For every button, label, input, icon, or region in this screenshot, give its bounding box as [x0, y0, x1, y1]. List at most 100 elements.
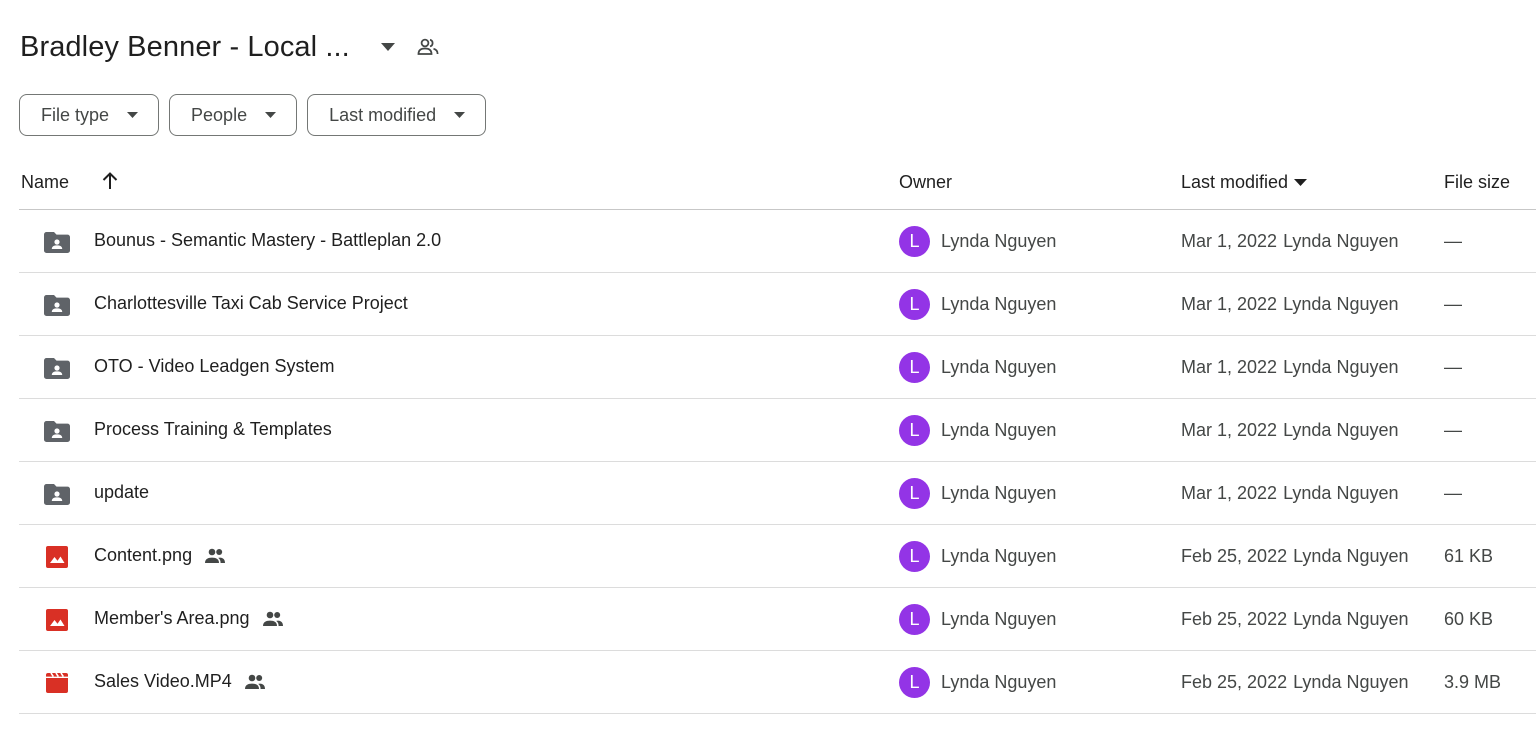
last-modified-cell: Mar 1, 2022 Lynda Nguyen [1181, 294, 1398, 315]
file-size: 3.9 MB [1444, 672, 1502, 692]
file-row[interactable]: Process Training & Templates L Lynda Ngu… [19, 399, 1536, 462]
last-modified-cell: Mar 1, 2022 Lynda Nguyen [1181, 483, 1398, 504]
last-modified-cell: Mar 1, 2022 Lynda Nguyen [1181, 420, 1398, 441]
modified-date: Mar 1, 2022 [1181, 420, 1278, 440]
file-size-column-header[interactable]: File size [1444, 172, 1510, 193]
shared-people-icon [204, 548, 226, 564]
caret-down-icon [127, 112, 139, 118]
file-name-cell: Process Training & Templates [94, 419, 332, 440]
shared-folder-icon [43, 230, 71, 254]
image-file-icon [43, 545, 71, 569]
sort-ascending-icon[interactable] [99, 170, 121, 192]
file-row[interactable]: Charlottesville Taxi Cab Service Project… [19, 273, 1536, 336]
shared-folder-icon [43, 356, 71, 380]
last-modified-cell: Feb 25, 2022 Lynda Nguyen [1181, 609, 1409, 630]
owner-avatar[interactable]: L [899, 478, 930, 509]
last-modified-filter-label: Last modified [329, 104, 437, 125]
last-modified-column-header[interactable]: Last modified [1181, 172, 1308, 193]
file-name-cell: Member's Area.png [94, 608, 284, 629]
modified-date: Feb 25, 2022 [1181, 609, 1288, 629]
modified-date: Mar 1, 2022 [1181, 231, 1278, 251]
file-row[interactable]: Sales Video.MP4 L Lynda Nguyen Feb 25, 2… [19, 651, 1536, 714]
caret-down-icon [1294, 179, 1308, 186]
modified-by: Lynda Nguyen [1293, 546, 1409, 566]
file-name: OTO - Video Leadgen System [94, 356, 335, 376]
file-size: — [1444, 294, 1462, 314]
modified-by: Lynda Nguyen [1283, 483, 1399, 503]
owner-avatar[interactable]: L [899, 289, 930, 320]
modified-date: Mar 1, 2022 [1181, 483, 1278, 503]
file-row[interactable]: OTO - Video Leadgen System L Lynda Nguye… [19, 336, 1536, 399]
file-name: Content.png [94, 545, 193, 565]
file-list-header: Name Owner Last modified File size [19, 160, 1536, 210]
shared-folder-icon [43, 482, 71, 506]
file-row[interactable]: update L Lynda Nguyen Mar 1, 2022 Lynda N… [19, 462, 1536, 525]
shared-people-icon [262, 611, 284, 627]
shared-people-icon[interactable] [416, 35, 440, 59]
file-size: — [1444, 420, 1462, 440]
file-name: Member's Area.png [94, 608, 250, 628]
owner-name: Lynda Nguyen [941, 483, 1057, 503]
owner-avatar[interactable]: L [899, 541, 930, 572]
file-name-cell: update [94, 482, 149, 503]
file-name-cell: Content.png [94, 545, 226, 566]
file-name-cell: Charlottesville Taxi Cab Service Project [94, 293, 408, 314]
last-modified-column-label: Last modified [1181, 172, 1289, 192]
owner-name: Lynda Nguyen [941, 420, 1057, 440]
last-modified-filter[interactable]: Last modified [307, 94, 487, 136]
last-modified-cell: Feb 25, 2022 Lynda Nguyen [1181, 546, 1409, 567]
owner-name: Lynda Nguyen [941, 357, 1057, 377]
owner-avatar[interactable]: L [899, 604, 930, 635]
file-size: 61 KB [1444, 546, 1494, 566]
owner-avatar[interactable]: L [899, 352, 930, 383]
file-row[interactable]: Bounus - Semantic Mastery - Battleplan 2… [19, 210, 1536, 273]
owner-avatar[interactable]: L [899, 667, 930, 698]
file-size: 60 KB [1444, 609, 1494, 629]
folder-title[interactable]: Bradley Benner - Local ... [20, 31, 350, 64]
file-name: update [94, 482, 150, 502]
file-size: — [1444, 483, 1462, 503]
image-file-icon [43, 608, 71, 632]
file-name-cell: OTO - Video Leadgen System [94, 356, 334, 377]
owner-name: Lynda Nguyen [941, 672, 1057, 692]
owner-avatar[interactable]: L [899, 226, 930, 257]
shared-folder-icon [43, 293, 71, 317]
owner-name: Lynda Nguyen [941, 294, 1057, 314]
file-name-cell: Bounus - Semantic Mastery - Battleplan 2… [94, 230, 441, 251]
file-size: — [1444, 231, 1462, 251]
folder-title-bar: Bradley Benner - Local ... [20, 26, 440, 68]
filter-chips: File type People Last modified [19, 94, 487, 136]
file-name: Process Training & Templates [94, 419, 332, 439]
caret-down-icon [454, 112, 466, 118]
last-modified-cell: Mar 1, 2022 Lynda Nguyen [1181, 231, 1398, 252]
modified-date: Mar 1, 2022 [1181, 357, 1278, 377]
file-type-filter-label: File type [41, 104, 110, 125]
modified-by: Lynda Nguyen [1283, 294, 1399, 314]
caret-down-icon [265, 112, 277, 118]
owner-column-header[interactable]: Owner [899, 172, 952, 193]
modified-date: Feb 25, 2022 [1181, 672, 1288, 692]
file-row[interactable]: Content.png L Lynda Nguyen Feb 25, 2022 L… [19, 525, 1536, 588]
file-list: Bounus - Semantic Mastery - Battleplan 2… [19, 210, 1536, 714]
last-modified-cell: Mar 1, 2022 Lynda Nguyen [1181, 357, 1398, 378]
people-filter-label: People [191, 104, 248, 125]
name-column-header[interactable]: Name [21, 172, 69, 193]
file-row[interactable]: Member's Area.png L Lynda Nguyen Feb 25,… [19, 588, 1536, 651]
modified-by: Lynda Nguyen [1293, 609, 1409, 629]
modified-by: Lynda Nguyen [1283, 420, 1399, 440]
file-type-filter[interactable]: File type [19, 94, 160, 136]
file-size: — [1444, 357, 1462, 377]
shared-people-icon [244, 674, 266, 690]
file-name-cell: Sales Video.MP4 [94, 671, 266, 692]
file-name: Charlottesville Taxi Cab Service Project [94, 293, 408, 313]
modified-by: Lynda Nguyen [1293, 672, 1409, 692]
modified-date: Feb 25, 2022 [1181, 546, 1288, 566]
caret-down-icon[interactable] [376, 35, 400, 59]
video-file-icon [43, 671, 71, 695]
file-name: Bounus - Semantic Mastery - Battleplan 2… [94, 230, 442, 250]
owner-avatar[interactable]: L [899, 415, 930, 446]
people-filter[interactable]: People [169, 94, 298, 136]
modified-by: Lynda Nguyen [1283, 231, 1399, 251]
modified-date: Mar 1, 2022 [1181, 294, 1278, 314]
owner-name: Lynda Nguyen [941, 546, 1057, 566]
